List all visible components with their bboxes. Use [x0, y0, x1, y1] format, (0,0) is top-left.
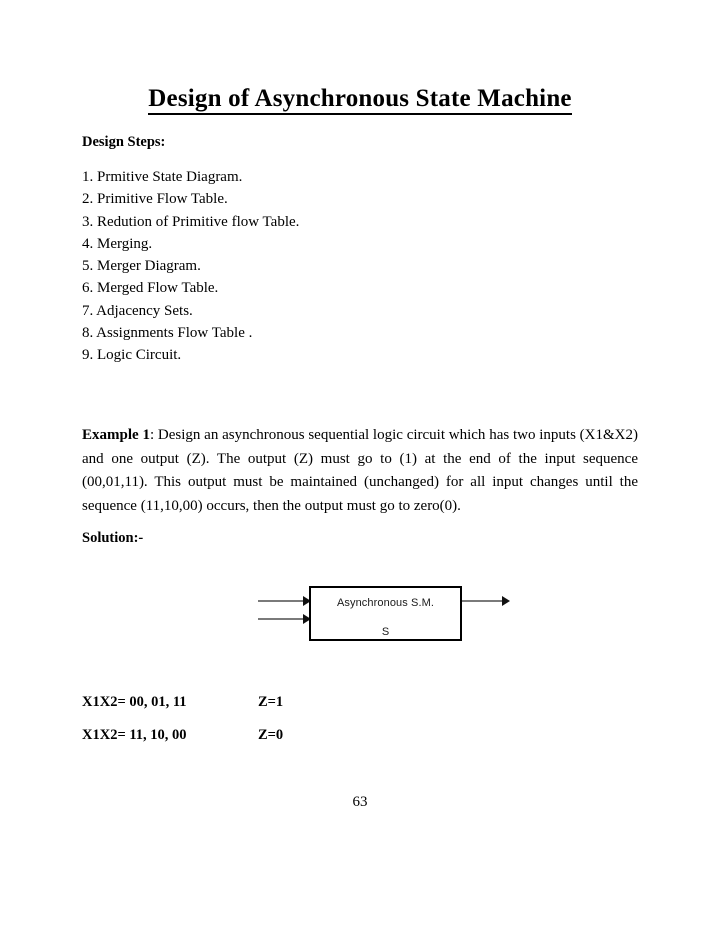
page-title-text: Design of Asynchronous State Machine: [148, 85, 572, 115]
page-title: Design of Asynchronous State Machine: [0, 85, 720, 115]
sequence-inputs: X1X2= 11, 10, 00: [82, 727, 187, 743]
sequence-output: Z=1: [258, 694, 284, 710]
output-arrow-line: [462, 600, 507, 602]
list-item: 8. Assignments Flow Table .: [82, 325, 253, 342]
example-body: : Design an asynchronous sequential logi…: [82, 427, 639, 514]
list-item: 6. Merged Flow Table.: [82, 280, 219, 297]
sequence-inputs: X1X2= 00, 01, 11: [82, 694, 187, 710]
page-number: 63: [352, 794, 368, 810]
document-page: Design of Asynchronous State Machine Des…: [0, 0, 720, 931]
example-paragraph: Example 1: Design an asynchronous sequen…: [82, 424, 638, 518]
state-machine-box-label: Asynchronous S.M.: [336, 597, 435, 609]
design-steps-heading: Design Steps:: [82, 134, 166, 150]
state-machine-block-diagram: Asynchronous S.M. S: [250, 578, 530, 654]
sequence-row: X1X2= 11, 10, 00 Z=0: [82, 727, 502, 760]
design-steps-list: 1. Prmitive State Diagram. 2. Primitive …: [82, 166, 502, 367]
sequence-output-block: X1X2= 00, 01, 11 Z=1 X1X2= 11, 10, 00 Z=…: [82, 694, 502, 760]
list-item: 5. Merger Diagram.: [82, 258, 201, 275]
sequence-row: X1X2= 00, 01, 11 Z=1: [82, 694, 502, 727]
sequence-output: Z=0: [258, 727, 284, 743]
output-arrow-head-icon: [502, 596, 510, 606]
asynchronous-state-machine-box: Asynchronous S.M. S: [309, 586, 462, 641]
list-item: 7. Adjacency Sets.: [82, 302, 193, 319]
example-label: Example 1: [82, 427, 150, 443]
solution-label: Solution:-: [82, 530, 144, 546]
list-item: 3. Redution of Primitive flow Table.: [82, 213, 300, 230]
state-machine-box-sub-label: S: [381, 626, 390, 638]
list-item: 2. Primitive Flow Table.: [82, 191, 228, 208]
list-item: 1. Prmitive State Diagram.: [82, 169, 243, 185]
list-item: 9. Logic Circuit.: [82, 347, 182, 364]
list-item: 4. Merging.: [82, 235, 153, 252]
